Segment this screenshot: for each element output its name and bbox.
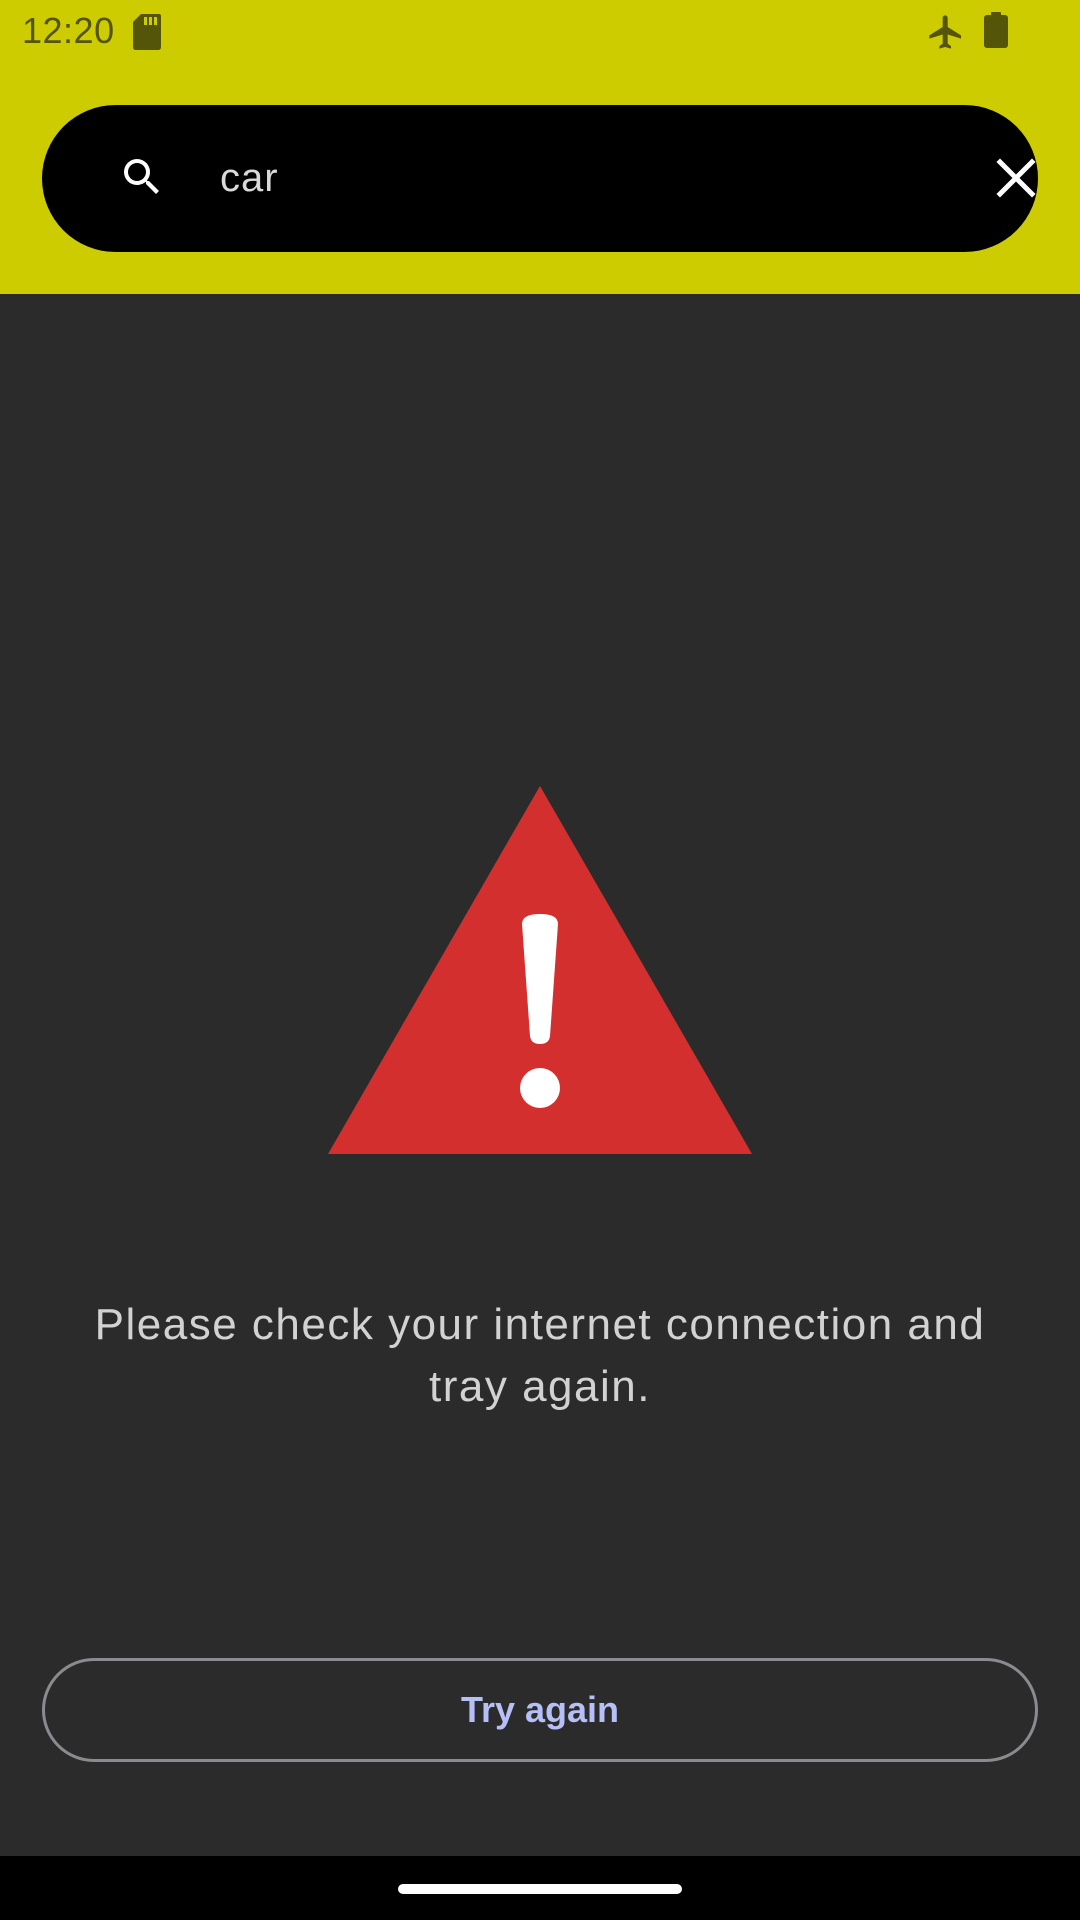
search-icon <box>118 153 166 206</box>
try-again-button[interactable]: Try again <box>42 1658 1038 1762</box>
search-input[interactable] <box>220 142 920 214</box>
error-message: Please check your internet connection an… <box>94 1300 986 1411</box>
battery-icon <box>984 12 1008 53</box>
home-indicator[interactable] <box>398 1884 682 1894</box>
sd-card-icon <box>133 14 161 55</box>
status-bar: 12:20 <box>0 0 1080 64</box>
error-content: Please check your internet connection an… <box>0 294 1080 1856</box>
warning-icon <box>328 786 752 1159</box>
navigation-bar <box>0 1856 1080 1920</box>
search-app-bar <box>0 64 1080 294</box>
status-time: 12:20 <box>22 10 115 51</box>
airplane-mode-icon <box>926 12 966 57</box>
search-box[interactable] <box>42 105 1038 252</box>
close-icon[interactable] <box>992 154 1040 207</box>
